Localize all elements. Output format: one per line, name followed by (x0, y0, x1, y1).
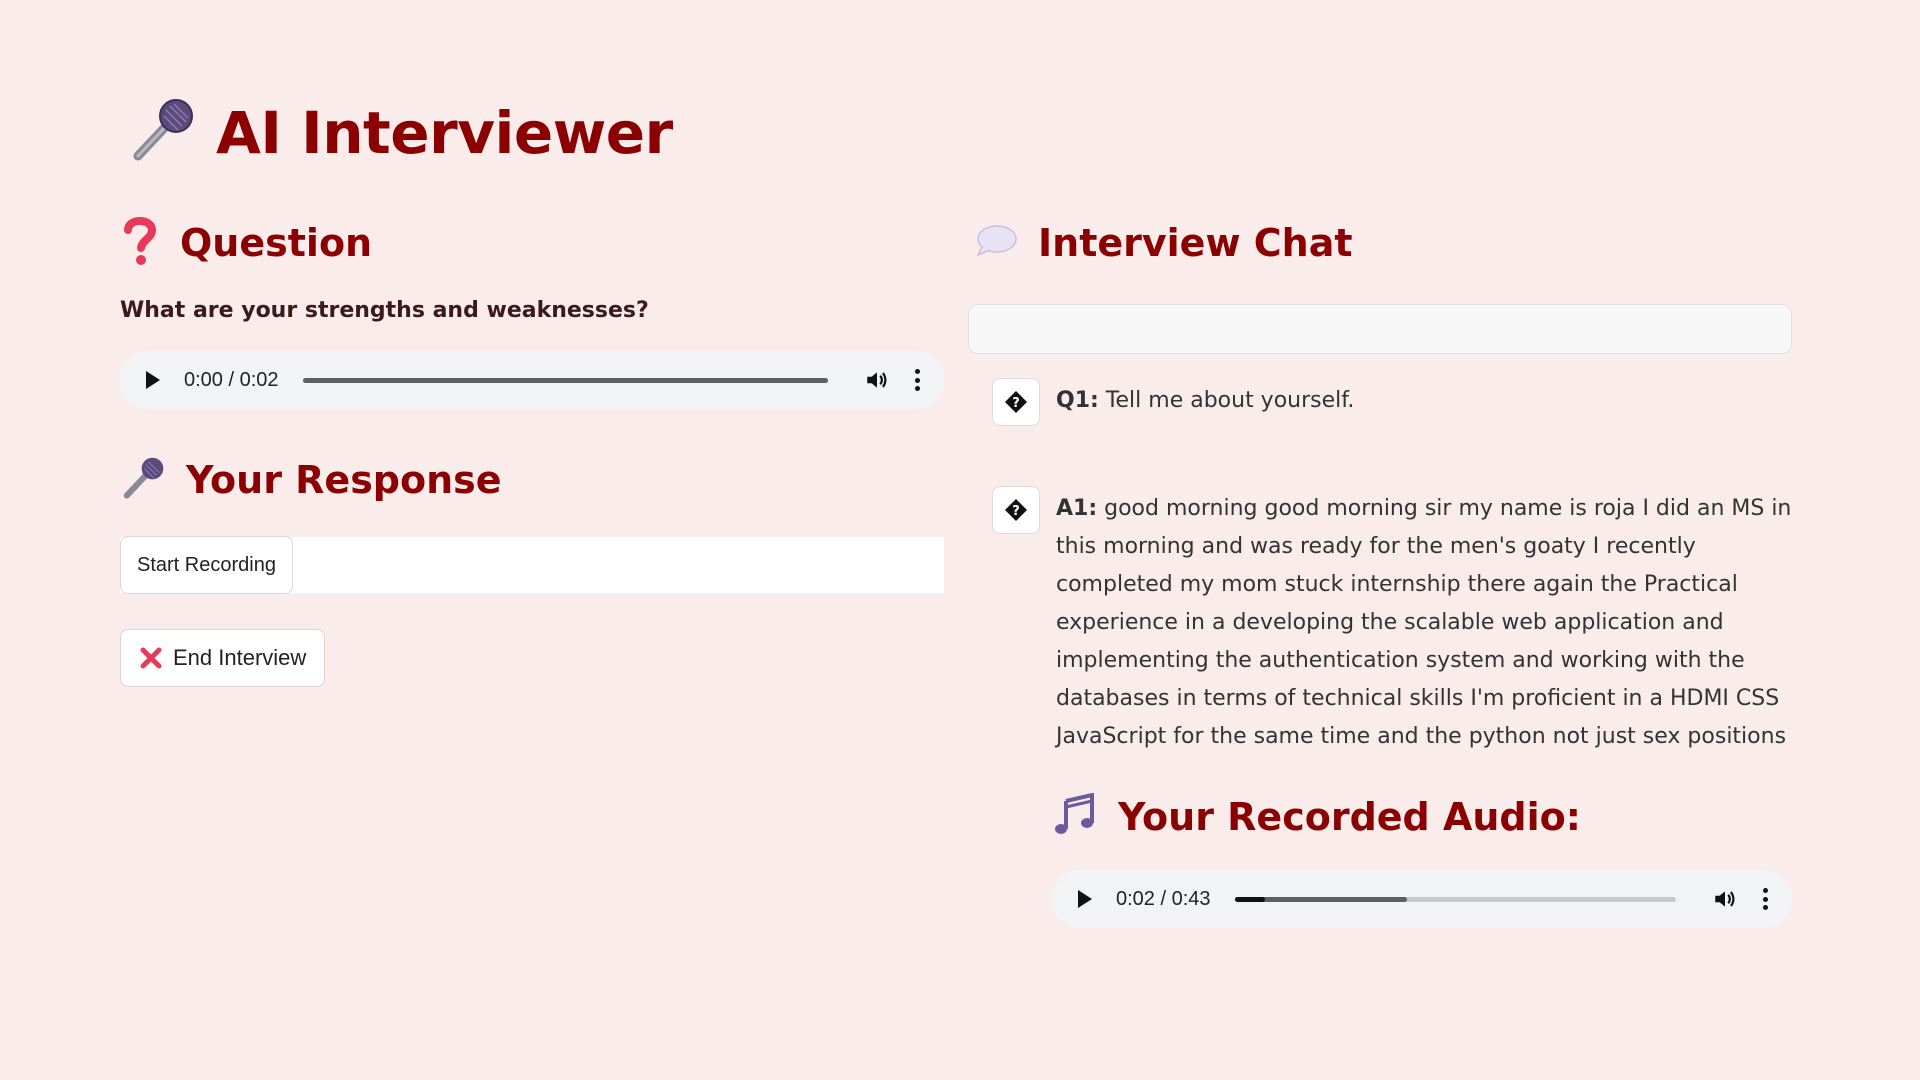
chat-heading: Interview Chat (974, 210, 1792, 276)
volume-icon[interactable] (864, 367, 890, 393)
chat-heading-label: Interview Chat (1038, 221, 1353, 265)
volume-icon[interactable] (1712, 886, 1738, 912)
audio-buffered (302, 377, 828, 383)
chat-input-box[interactable] (968, 304, 1792, 354)
unknown-glyph-icon: ? (1005, 499, 1027, 521)
message-avatar: ? (992, 486, 1040, 534)
speech-bubble-icon (974, 221, 1018, 266)
question-audio-player[interactable]: 0:00 / 0:02 (120, 351, 944, 409)
play-icon[interactable] (146, 371, 160, 389)
chat-message: ? Q1: Tell me about yourself. (992, 378, 1792, 426)
app-page: AI Interviewer Question What are your st… (0, 0, 1920, 1080)
music-notes-icon (1054, 791, 1098, 842)
recorder-bar: Start Recording (120, 536, 944, 594)
response-heading-label: Your Response (186, 458, 502, 502)
microphone-icon (128, 96, 196, 169)
more-options-icon[interactable] (914, 369, 920, 391)
message-body: Tell me about yourself. (1098, 388, 1355, 413)
start-recording-button[interactable]: Start Recording (120, 536, 293, 594)
more-options-icon[interactable] (1762, 888, 1768, 910)
audio-seek-bar[interactable] (302, 377, 828, 383)
end-interview-button[interactable]: End Interview (120, 629, 326, 687)
unknown-glyph-icon: ? (1005, 391, 1027, 413)
play-icon[interactable] (1078, 890, 1092, 908)
chat-message: ? A1: good morning good morning sir my n… (992, 486, 1792, 756)
message-prefix: Q1: (1056, 388, 1099, 413)
message-body: good morning good morning sir my name is… (1056, 496, 1792, 749)
message-text: A1: good morning good morning sir my nam… (1056, 486, 1792, 756)
question-mark-icon (120, 216, 160, 271)
end-interview-label: End Interview (173, 645, 307, 670)
recorded-audio-heading: Your Recorded Audio: (1054, 784, 1792, 850)
page-title: AI Interviewer (216, 98, 673, 167)
audio-time: 0:00 / 0:02 (184, 368, 279, 391)
message-avatar: ? (992, 378, 1040, 426)
left-column: Question What are your strengths and wea… (120, 210, 944, 687)
recorded-audio-player[interactable]: 0:02 / 0:43 (1052, 870, 1792, 928)
audio-time: 0:02 / 0:43 (1116, 887, 1211, 910)
app-header: AI Interviewer (128, 96, 673, 169)
message-prefix: A1: (1056, 496, 1098, 521)
cross-mark-icon (140, 647, 162, 669)
microphone-icon (120, 455, 166, 506)
message-text: Q1: Tell me about yourself. (1056, 378, 1792, 420)
svg-text:?: ? (1012, 396, 1020, 411)
svg-text:?: ? (1012, 504, 1020, 519)
recorded-audio-heading-label: Your Recorded Audio: (1118, 795, 1581, 839)
question-heading: Question (120, 210, 944, 276)
audio-played (1234, 896, 1266, 902)
right-column: Interview Chat ? Q1: Tell me about yours… (968, 210, 1792, 928)
question-heading-label: Question (180, 221, 373, 265)
audio-seek-bar[interactable] (1234, 896, 1676, 902)
question-text: What are your strengths and weaknesses? (120, 298, 649, 323)
response-heading: Your Response (120, 447, 944, 513)
